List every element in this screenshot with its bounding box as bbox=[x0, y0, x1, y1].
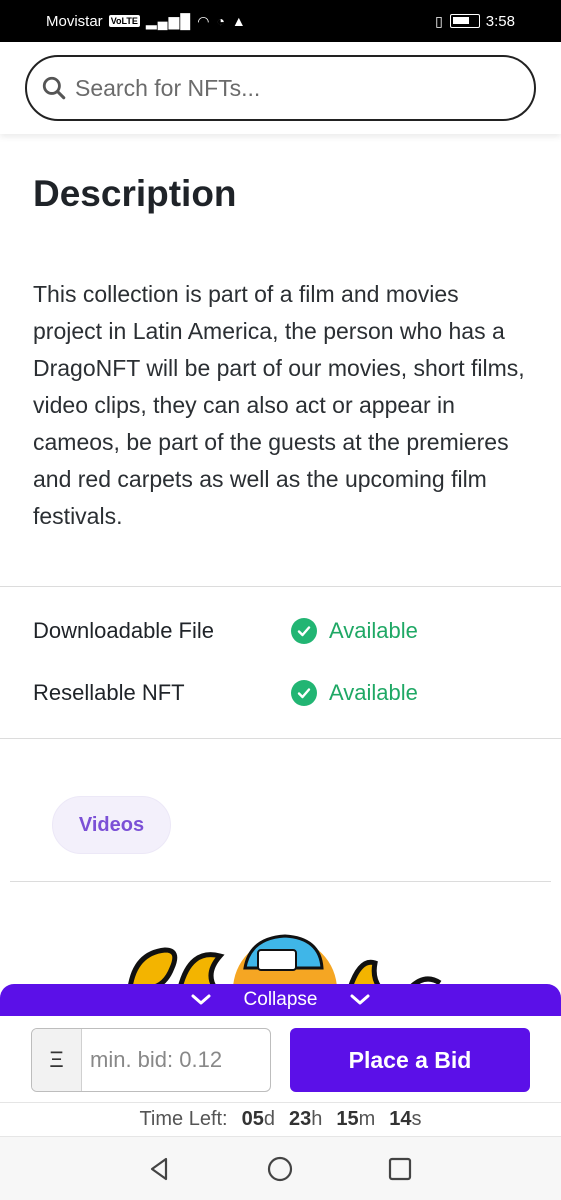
back-nav-icon[interactable] bbox=[146, 1155, 174, 1183]
search-icon bbox=[42, 76, 66, 100]
mountain-icon: ▲ bbox=[231, 13, 247, 29]
property-label: Resellable NFT bbox=[33, 680, 185, 705]
divider bbox=[10, 881, 551, 882]
property-label: Downloadable File bbox=[33, 618, 214, 643]
bid-amount-input[interactable] bbox=[82, 1047, 267, 1073]
check-circle-icon bbox=[291, 680, 317, 706]
system-nav-bar bbox=[0, 1136, 561, 1200]
recents-nav-icon[interactable] bbox=[386, 1155, 414, 1183]
time-left-days: 05d bbox=[241, 1108, 275, 1130]
property-value: Available bbox=[329, 680, 418, 705]
tag-videos[interactable]: Videos bbox=[52, 796, 171, 854]
time-left-row: Time Left: 05d 23h 15m 14s bbox=[0, 1102, 561, 1136]
check-circle-icon bbox=[291, 618, 317, 644]
nft-artwork-preview bbox=[110, 928, 460, 988]
signal-icon: ▂▄▆█ bbox=[145, 12, 192, 29]
chevron-down-icon bbox=[350, 994, 370, 1005]
status-bar-left: Movistar VoLTE ▂▄▆█ ◠ ◔ ▲ bbox=[46, 13, 247, 30]
battery-icon bbox=[449, 14, 480, 28]
search-header bbox=[0, 42, 561, 134]
time-left-hours: 23h bbox=[289, 1108, 323, 1130]
property-value: Available bbox=[329, 618, 418, 643]
property-row-resellable: Resellable NFT Available bbox=[33, 673, 513, 713]
vibrate-icon: ▯ bbox=[435, 12, 444, 29]
status-bar: Movistar VoLTE ▂▄▆█ ◠ ◔ ▲ ▯ 3:58 bbox=[0, 0, 561, 42]
description-heading: Description bbox=[33, 173, 237, 214]
wifi-icon: ◠ bbox=[197, 12, 211, 29]
home-nav-icon[interactable] bbox=[266, 1155, 294, 1183]
time-left-seconds: 14s bbox=[389, 1108, 422, 1130]
status-bar-right: ▯ 3:58 bbox=[435, 13, 515, 30]
time-left-label: Time Left: bbox=[139, 1108, 228, 1130]
collapse-label: Collapse bbox=[243, 989, 318, 1010]
property-row-downloadable: Downloadable File Available bbox=[33, 611, 513, 651]
bid-panel: Ξ Place a Bid bbox=[0, 1016, 561, 1102]
clock: 3:58 bbox=[485, 12, 515, 30]
eth-currency-icon: Ξ bbox=[32, 1029, 82, 1091]
time-left-minutes: 15m bbox=[336, 1108, 376, 1130]
description-text: This collection is part of a film and mo… bbox=[33, 281, 525, 529]
divider bbox=[0, 738, 561, 739]
carrier-name: Movistar bbox=[46, 12, 103, 30]
chevron-down-icon bbox=[191, 994, 211, 1005]
volte-badge: VoLTE bbox=[108, 15, 140, 27]
collapse-bar[interactable]: Collapse bbox=[0, 984, 561, 1016]
search-input[interactable] bbox=[75, 74, 495, 102]
divider bbox=[0, 586, 561, 587]
bid-field[interactable]: Ξ bbox=[31, 1028, 271, 1092]
search-bar[interactable] bbox=[25, 55, 536, 121]
place-bid-button[interactable]: Place a Bid bbox=[290, 1028, 530, 1092]
sync-icon: ◔ bbox=[216, 13, 226, 29]
